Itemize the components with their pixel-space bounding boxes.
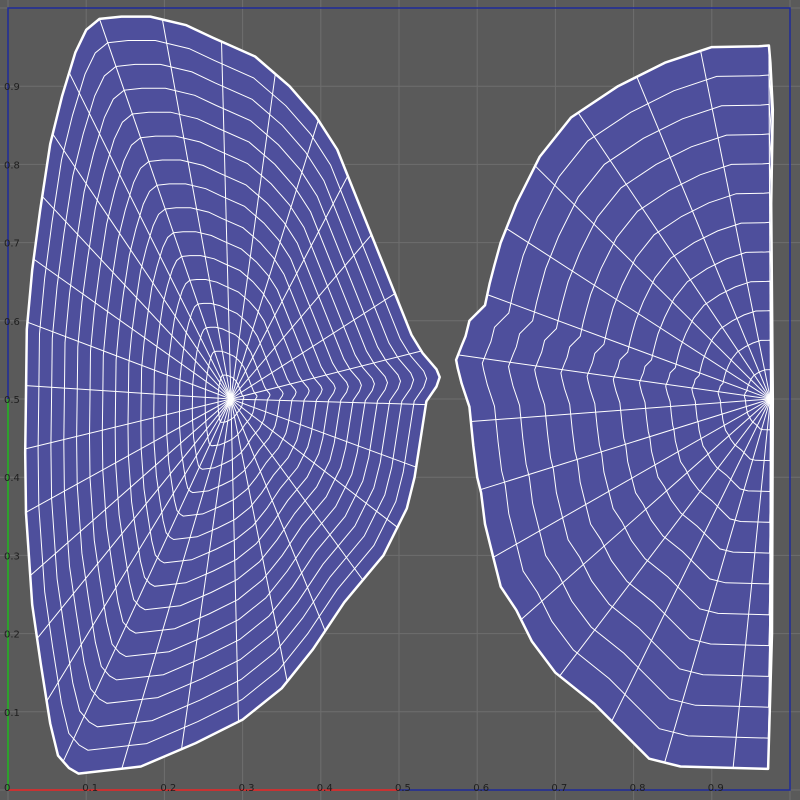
u-tick-label: 0.3 [239,783,255,794]
u-tick-label: 0.7 [551,783,567,794]
u-tick-label: 0.4 [317,783,333,794]
u-tick-label: 0.8 [630,783,646,794]
u-tick-label: 0 [4,783,10,794]
v-tick-label: 0.7 [4,239,20,250]
v-tick-label: 0.8 [4,160,20,171]
v-tick-label: 0.9 [4,82,20,93]
uv-editor-viewport[interactable]: 0 0.1 0.2 0.3 0.4 0.5 0.6 0.7 0.8 0.9 0.1 0.2 0.3 0.4… [0,0,800,800]
v-tick-label: 0.3 [4,551,20,562]
v-tick-label: 0.2 [4,630,20,641]
v-tick-label: 0.4 [4,473,20,484]
u-tick-label: 0.9 [708,783,724,794]
u-tick-label: 0.2 [160,783,176,794]
u-tick-label: 0.6 [473,783,489,794]
u-tick-label: 0.1 [82,783,98,794]
u-tick-label: 0.5 [395,783,411,794]
v-tick-label: 0.1 [4,708,20,719]
v-tick-label: 0.6 [4,317,20,328]
v-tick-label: 0.5 [4,395,20,406]
